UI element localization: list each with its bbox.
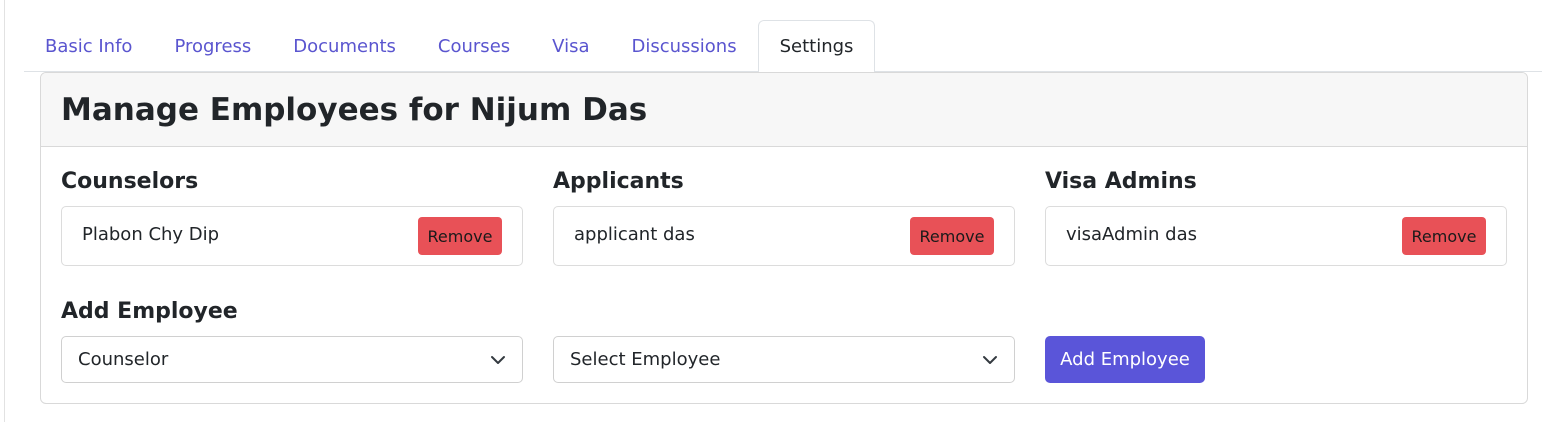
add-employee-button[interactable]: Add Employee [1045, 336, 1205, 383]
visa-admin-entry: visaAdmin das Remove [1045, 206, 1507, 266]
employee-select[interactable]: Select Employee [553, 336, 1015, 383]
applicant-entry: applicant das Remove [553, 206, 1015, 266]
tab-visa[interactable]: Visa [531, 20, 610, 72]
tab-settings[interactable]: Settings [757, 20, 876, 73]
visa-admins-heading: Visa Admins [1045, 169, 1197, 194]
chevron-down-icon [491, 355, 505, 364]
tab-progress[interactable]: Progress [153, 20, 272, 72]
counselors-heading: Counselors [61, 169, 199, 194]
role-select-value: Counselor [78, 349, 169, 370]
card-header: Manage Employees for Nijum Das [41, 73, 1527, 147]
card-title: Manage Employees for Nijum Das [61, 91, 648, 128]
remove-counselor-button[interactable]: Remove [418, 217, 502, 255]
tab-courses[interactable]: Courses [417, 20, 531, 72]
role-select[interactable]: Counselor [61, 336, 523, 383]
visa-admin-name: visaAdmin das [1066, 223, 1197, 245]
tab-basic-info[interactable]: Basic Info [24, 20, 153, 72]
counselor-name: Plabon Chy Dip [82, 223, 220, 245]
tab-discussions[interactable]: Discussions [610, 20, 757, 72]
applicant-name: applicant das [574, 223, 695, 245]
remove-visa-admin-button[interactable]: Remove [1402, 217, 1486, 255]
tab-documents[interactable]: Documents [272, 20, 417, 72]
applicants-heading: Applicants [553, 169, 684, 194]
manage-employees-card: Manage Employees for Nijum Das Counselor… [40, 72, 1528, 404]
remove-applicant-button[interactable]: Remove [910, 217, 994, 255]
add-employee-heading: Add Employee [61, 299, 238, 324]
chevron-down-icon [983, 355, 997, 364]
employee-select-value: Select Employee [570, 349, 721, 370]
counselor-entry: Plabon Chy Dip Remove [61, 206, 523, 266]
tab-bar: Basic Info Progress Documents Courses Vi… [24, 20, 1542, 73]
